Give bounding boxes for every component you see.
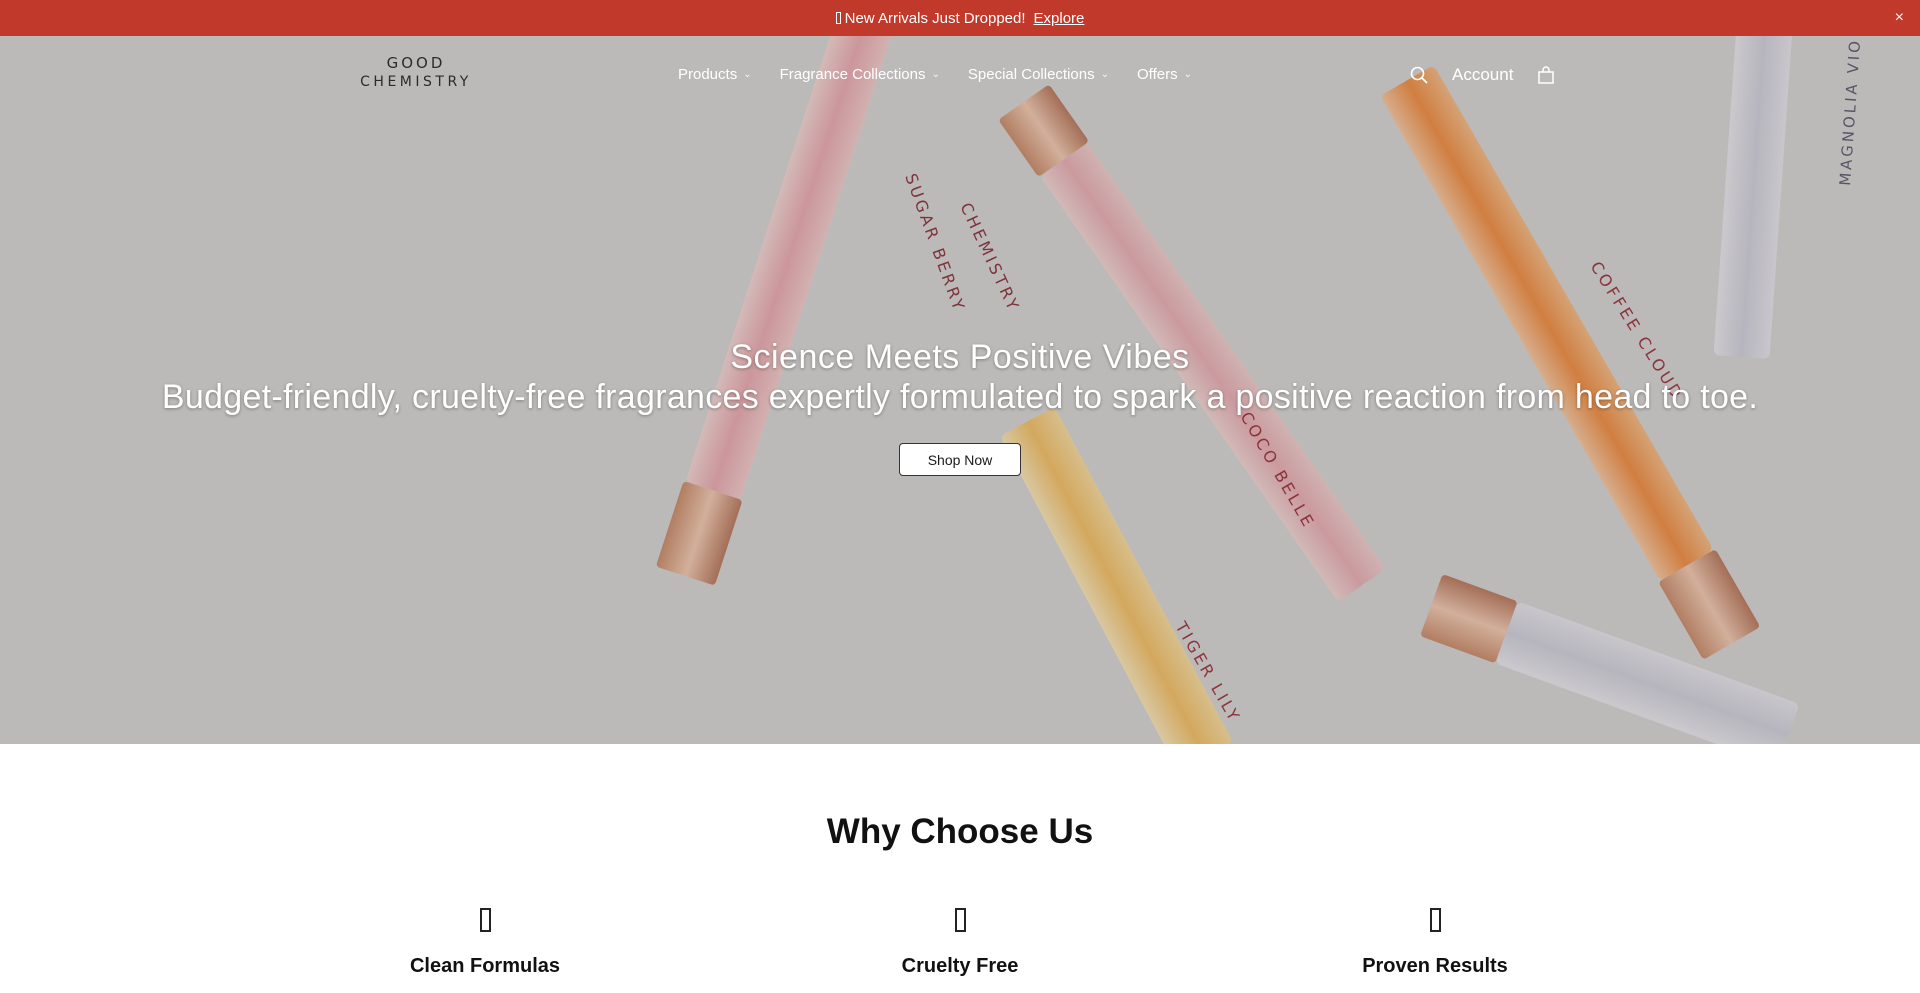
hero-section: SUGAR BERRY CHEMISTRY COCO BELLE COFFEE … xyxy=(0,36,1920,744)
feature-clean-formulas: Clean Formulas xyxy=(335,908,635,978)
feature-icon xyxy=(479,908,491,932)
feature-label: Clean Formulas xyxy=(409,955,561,977)
announcement-bar: New Arrivals Just Dropped! Explore × xyxy=(0,0,1920,36)
shop-now-button[interactable]: Shop Now xyxy=(899,443,1021,476)
feature-cruelty-free: Cruelty Free xyxy=(810,908,1110,978)
hero-subtitle: Budget-friendly, cruelty-free fragrances… xyxy=(161,378,1759,416)
header-actions: Account xyxy=(1408,64,1557,86)
feature-label: Proven Results xyxy=(1362,955,1508,977)
announcement-text: New Arrivals Just Dropped! xyxy=(844,9,1026,27)
chevron-down-icon: ⌄ xyxy=(931,69,940,80)
chevron-down-icon: ⌄ xyxy=(743,69,752,80)
nav-item-label: Fragrance Collections xyxy=(779,66,926,83)
nav-item-label: Special Collections xyxy=(967,66,1095,83)
chevron-down-icon: ⌄ xyxy=(1183,69,1192,80)
nav-item-label: Products xyxy=(678,66,738,83)
feature-proven-results: Proven Results xyxy=(1285,908,1585,978)
shopping-bag-icon[interactable] xyxy=(1535,64,1557,86)
close-announcement-button[interactable]: × xyxy=(1895,9,1904,27)
site-header: GOOD CHEMISTRY Products ⌄ Fragrance Coll… xyxy=(0,36,1920,116)
nav-item-special-collections[interactable]: Special Collections ⌄ xyxy=(968,66,1109,83)
feature-icon xyxy=(954,908,966,932)
feature-label: Cruelty Free xyxy=(901,955,1019,977)
main-nav: Products ⌄ Fragrance Collections ⌄ Speci… xyxy=(678,66,1192,83)
search-icon[interactable] xyxy=(1408,64,1430,86)
nav-item-products[interactable]: Products ⌄ xyxy=(678,66,752,83)
nav-item-label: Offers xyxy=(1137,66,1178,83)
logo-line-2: CHEMISTRY xyxy=(360,74,472,90)
brand-logo[interactable]: GOOD CHEMISTRY xyxy=(352,54,480,98)
logo-line-1: GOOD xyxy=(386,54,446,72)
account-link[interactable]: Account xyxy=(1452,65,1513,85)
feature-icon xyxy=(1429,908,1441,932)
hero-title: Science Meets Positive Vibes xyxy=(730,338,1190,376)
why-choose-us-title: Why Choose Us xyxy=(826,812,1094,851)
explore-link[interactable]: Explore xyxy=(1034,10,1085,27)
nav-item-fragrance-collections[interactable]: Fragrance Collections ⌄ xyxy=(780,66,940,83)
announcement-icon xyxy=(835,12,841,24)
nav-item-offers[interactable]: Offers ⌄ xyxy=(1137,66,1192,83)
chevron-down-icon: ⌄ xyxy=(1100,69,1110,80)
